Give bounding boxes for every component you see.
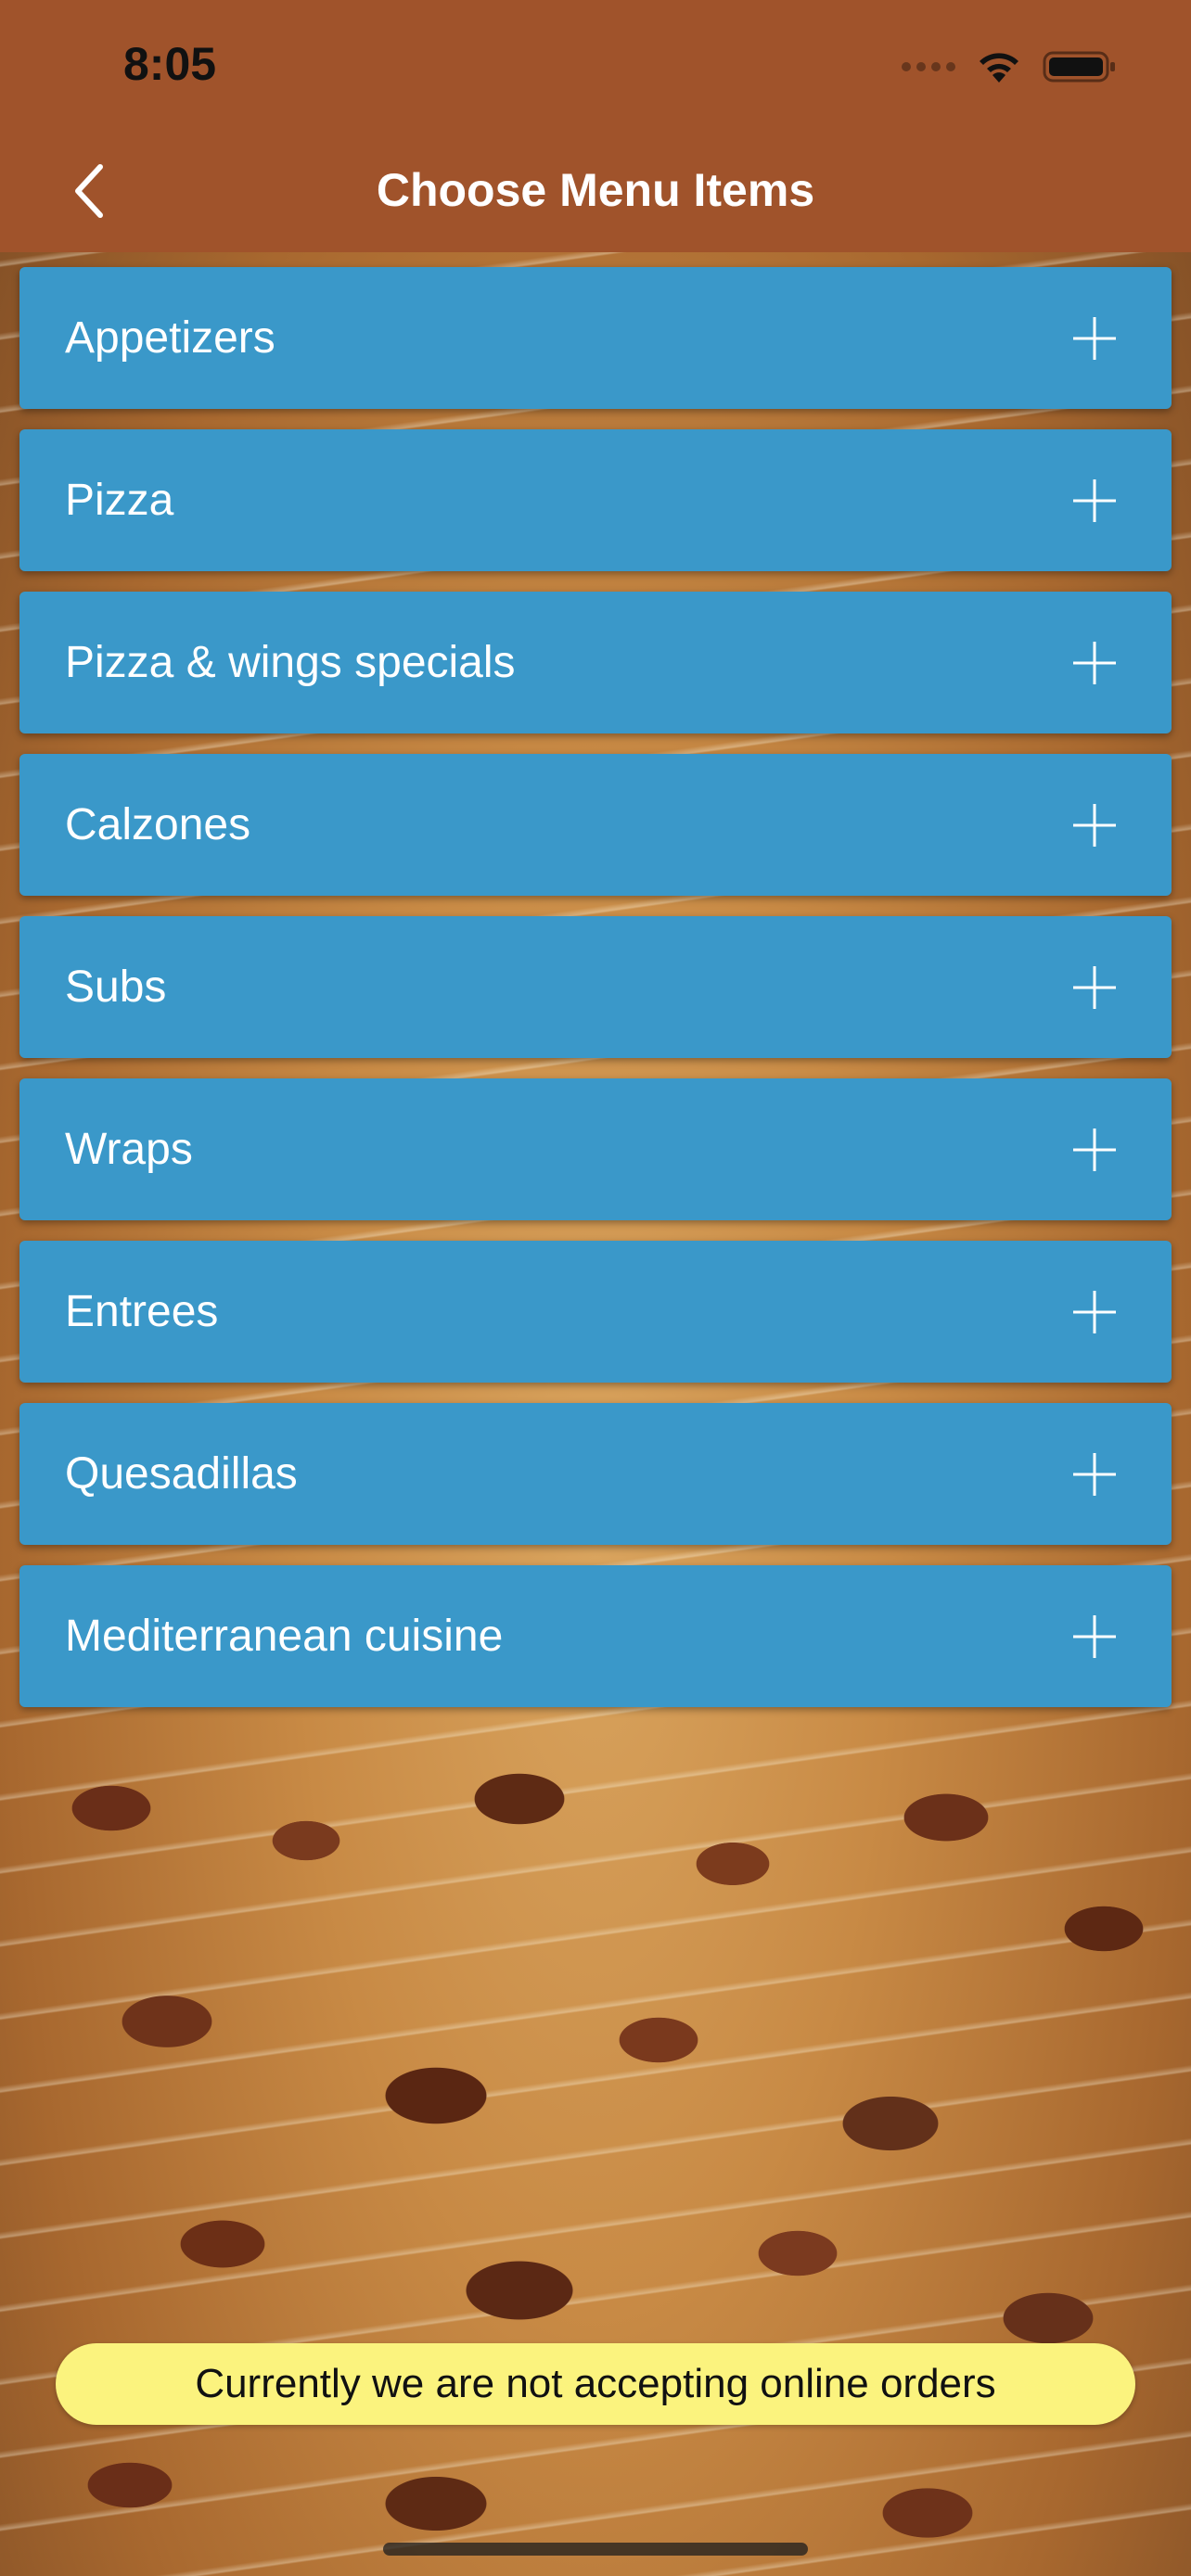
plus-icon [1073, 316, 1116, 360]
menu-category-pizza[interactable]: Pizza [19, 429, 1172, 571]
wifi-icon [980, 53, 1018, 83]
plus-icon [1073, 1614, 1116, 1658]
menu-category-wraps[interactable]: Wraps [19, 1078, 1172, 1220]
menu-category-subs[interactable]: Subs [19, 916, 1172, 1058]
menu-category-label: Mediterranean cuisine [65, 1612, 504, 1661]
menu-category-pizza-wings-specials[interactable]: Pizza & wings specials [19, 592, 1172, 733]
menu-category-label: Subs [65, 963, 167, 1012]
status-icons [902, 46, 1117, 87]
header: 8:05 Choose Menu Items [0, 0, 1191, 252]
menu-category-label: Wraps [65, 1125, 193, 1174]
signal-icon [902, 62, 955, 71]
plus-icon [1073, 1452, 1116, 1496]
page-title: Choose Menu Items [376, 164, 815, 216]
battery-icon [1043, 51, 1115, 83]
menu-category-quesadillas[interactable]: Quesadillas [19, 1403, 1172, 1545]
menu-category-label: Pizza [65, 476, 174, 525]
menu-category-label: Appetizers [65, 313, 275, 363]
menu-category-list: Appetizers Pizza Pizza & wings specials … [19, 267, 1172, 1728]
plus-icon [1073, 803, 1116, 847]
home-indicator[interactable] [383, 2543, 808, 2556]
menu-category-mediterranean-cuisine[interactable]: Mediterranean cuisine [19, 1565, 1172, 1707]
plus-icon [1073, 478, 1116, 522]
plus-icon [1073, 1128, 1116, 1171]
online-orders-notice: Currently we are not accepting online or… [56, 2343, 1135, 2425]
plus-icon [1073, 1290, 1116, 1333]
menu-category-entrees[interactable]: Entrees [19, 1241, 1172, 1383]
plus-icon [1073, 641, 1116, 684]
plus-icon [1073, 965, 1116, 1009]
menu-category-calzones[interactable]: Calzones [19, 754, 1172, 896]
status-time: 8:05 [123, 38, 217, 90]
menu-category-appetizers[interactable]: Appetizers [19, 267, 1172, 409]
menu-category-label: Calzones [65, 800, 251, 849]
menu-category-label: Quesadillas [65, 1449, 298, 1498]
menu-category-label: Entrees [65, 1287, 219, 1336]
menu-category-label: Pizza & wings specials [65, 638, 516, 687]
